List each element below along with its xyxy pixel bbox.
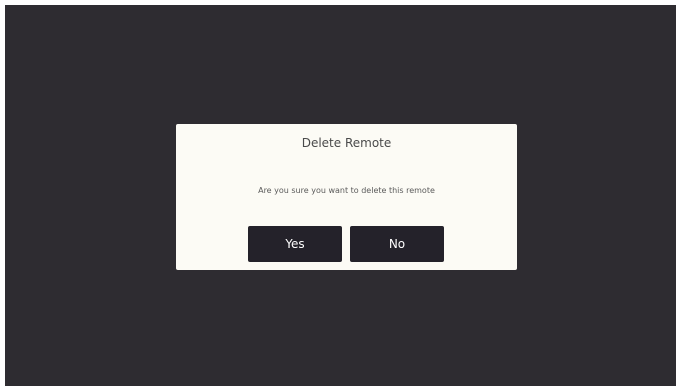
dialog-message: Are you sure you want to delete this rem… [258, 186, 435, 195]
delete-remote-dialog: Delete Remote Are you sure you want to d… [176, 124, 517, 270]
no-button[interactable]: No [350, 226, 444, 262]
dialog-title: Delete Remote [301, 136, 392, 150]
app-background: Delete Remote Are you sure you want to d… [5, 5, 676, 386]
yes-button[interactable]: Yes [248, 226, 342, 262]
